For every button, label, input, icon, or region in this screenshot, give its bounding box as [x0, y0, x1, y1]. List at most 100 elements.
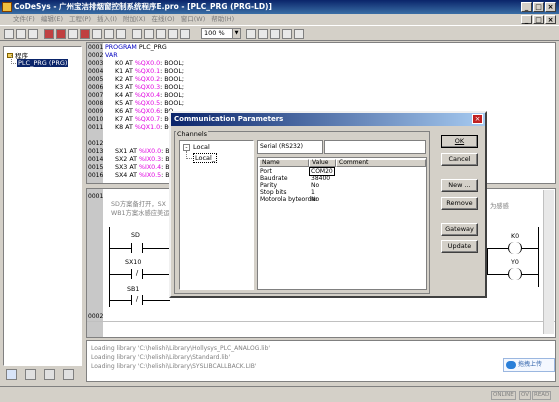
stop-icon[interactable] — [80, 29, 90, 39]
contact-sd[interactable] — [131, 243, 143, 253]
coil-k0[interactable] — [508, 242, 522, 254]
network-comment: WB1方案水感应美运 — [111, 210, 170, 217]
menu-window[interactable]: 窗口(W) — [178, 14, 209, 25]
var-decl: K1 AT %QX0.1: BOOL; — [115, 68, 184, 75]
code-line: VAR — [105, 52, 118, 59]
param-value[interactable]: 38400 — [311, 175, 330, 182]
cut-icon[interactable] — [132, 29, 142, 39]
program-name: PLC_PRG — [138, 44, 167, 51]
new-icon[interactable] — [4, 29, 14, 39]
coil-label: Y0 — [511, 259, 519, 266]
line-number: 0005 — [88, 76, 104, 83]
column-header[interactable]: Comment — [336, 159, 426, 167]
cancel-button[interactable]: Cancel — [441, 153, 478, 166]
parallel-contact-icon[interactable] — [258, 29, 268, 39]
tab-pous-icon[interactable] — [6, 369, 17, 380]
channel-type: Serial (RS232) — [257, 140, 323, 154]
network-comment: 为感感 — [490, 203, 509, 210]
parameters-table[interactable]: Name Value Comment Port COM20 Baudrate 3… — [257, 157, 427, 290]
network-gutter: 0001 0002 — [87, 189, 103, 337]
tree-item-plc-prg[interactable]: PLC_PRG (PRG) — [17, 59, 69, 67]
doc-minimize-button[interactable]: _ — [521, 15, 532, 24]
var-decl: SX1 AT %IX0.0: BO — [115, 148, 175, 155]
doc-restore-button[interactable]: □ — [533, 15, 544, 24]
menu-project[interactable]: 工程(P) — [66, 14, 94, 25]
edge-icon[interactable] — [294, 29, 304, 39]
var-decl: K5 AT %QX0.5: BOOL; — [115, 100, 184, 107]
line-number: 0008 — [88, 100, 104, 107]
dialog-title: Communication Parameters — [171, 113, 485, 126]
channel-local-item[interactable]: Local_ — [193, 153, 218, 163]
single-cycle-icon[interactable] — [116, 29, 126, 39]
param-name: Motorola byteorder — [260, 196, 318, 203]
left-power-rail — [109, 227, 110, 307]
coil-label: K0 — [511, 233, 520, 240]
message-window: Loading library 'C:\helishi\Library\Holl… — [86, 340, 556, 382]
column-header[interactable]: Value — [309, 159, 336, 167]
menu-insert[interactable]: 插入(I) — [94, 14, 120, 25]
channels-tree[interactable]: - Local Local_ — [179, 140, 254, 290]
var-decl: K7 AT %QX0.7: BO — [115, 116, 174, 123]
tab-resources-icon[interactable] — [63, 369, 74, 380]
var-decl: SX3 AT %IX0.4: BO — [115, 164, 175, 171]
minimize-button[interactable]: _ — [521, 2, 532, 12]
contact-sx10[interactable]: / — [131, 269, 143, 279]
menu-edit[interactable]: 编辑(E) — [38, 14, 66, 25]
update-button[interactable]: Update — [441, 240, 478, 253]
network-comment: SD方案备打开，SX — [111, 201, 166, 208]
save-icon[interactable] — [28, 29, 38, 39]
contact-icon[interactable] — [246, 29, 256, 39]
find-icon[interactable] — [168, 29, 178, 39]
upload-badge[interactable]: 拖拽上传 — [503, 358, 555, 372]
tab-datatypes-icon[interactable] — [25, 369, 36, 380]
paste-icon[interactable] — [156, 29, 166, 39]
login-icon[interactable] — [44, 29, 54, 39]
step-icon[interactable] — [92, 29, 102, 39]
chevron-down-icon[interactable]: ▼ — [232, 29, 240, 38]
contact-label: SB1 — [127, 286, 140, 293]
status-bar: ONLINE OV READ — [0, 386, 559, 402]
find-next-icon[interactable] — [180, 29, 190, 39]
close-button[interactable]: × — [545, 2, 556, 12]
copy-icon[interactable] — [144, 29, 154, 39]
status-read: READ — [532, 391, 552, 400]
var-decl: K6 AT %QX0.6: BO — [115, 108, 174, 115]
line-number: 0012 — [88, 140, 104, 147]
logout-icon[interactable] — [56, 29, 66, 39]
remove-button[interactable]: Remove — [441, 197, 478, 210]
param-value[interactable]: No — [311, 196, 319, 203]
message-line: Loading library 'C:\helishi\Library\Stan… — [91, 354, 231, 361]
param-value[interactable]: No — [311, 182, 319, 189]
coil-y0[interactable] — [508, 268, 522, 280]
code-line: PROGRAM PLC_PRG — [105, 44, 167, 52]
step-into-icon[interactable] — [104, 29, 114, 39]
column-header[interactable]: Name — [259, 159, 309, 167]
open-icon[interactable] — [16, 29, 26, 39]
channel-local[interactable]: Local — [193, 143, 210, 151]
contact-sb1[interactable]: / — [131, 295, 143, 305]
ok-button[interactable]: OK — [441, 135, 478, 148]
negate-icon[interactable] — [282, 29, 292, 39]
message-line: Loading library 'C:\helishi\Library\Holl… — [91, 345, 271, 352]
tab-visualizations-icon[interactable] — [44, 369, 55, 380]
organizer-tabs — [3, 368, 82, 382]
right-power-rail — [538, 227, 539, 287]
run-icon[interactable] — [68, 29, 78, 39]
contact-label: SX10 — [125, 259, 142, 266]
menu-file[interactable]: 文件(F) — [10, 14, 38, 25]
param-value[interactable]: 1 — [311, 189, 315, 196]
gateway-button[interactable]: Gateway ... — [441, 223, 478, 244]
menu-extras[interactable]: 附加(X) — [120, 14, 149, 25]
ok-label: OK — [454, 137, 465, 145]
upload-badge-label: 拖拽上传 — [518, 361, 543, 368]
coil-icon[interactable] — [270, 29, 280, 39]
collapse-icon[interactable]: - — [183, 144, 190, 151]
menu-online[interactable]: 在线(O) — [149, 14, 178, 25]
doc-close-button[interactable]: × — [545, 15, 556, 24]
param-name: Stop bits — [260, 189, 287, 196]
vertical-scrollbar[interactable] — [543, 190, 554, 334]
new-button[interactable]: New ... — [441, 179, 478, 192]
menu-help[interactable]: 帮助(H) — [208, 14, 237, 25]
maximize-button[interactable]: □ — [533, 2, 544, 12]
close-icon[interactable]: × — [472, 114, 483, 124]
